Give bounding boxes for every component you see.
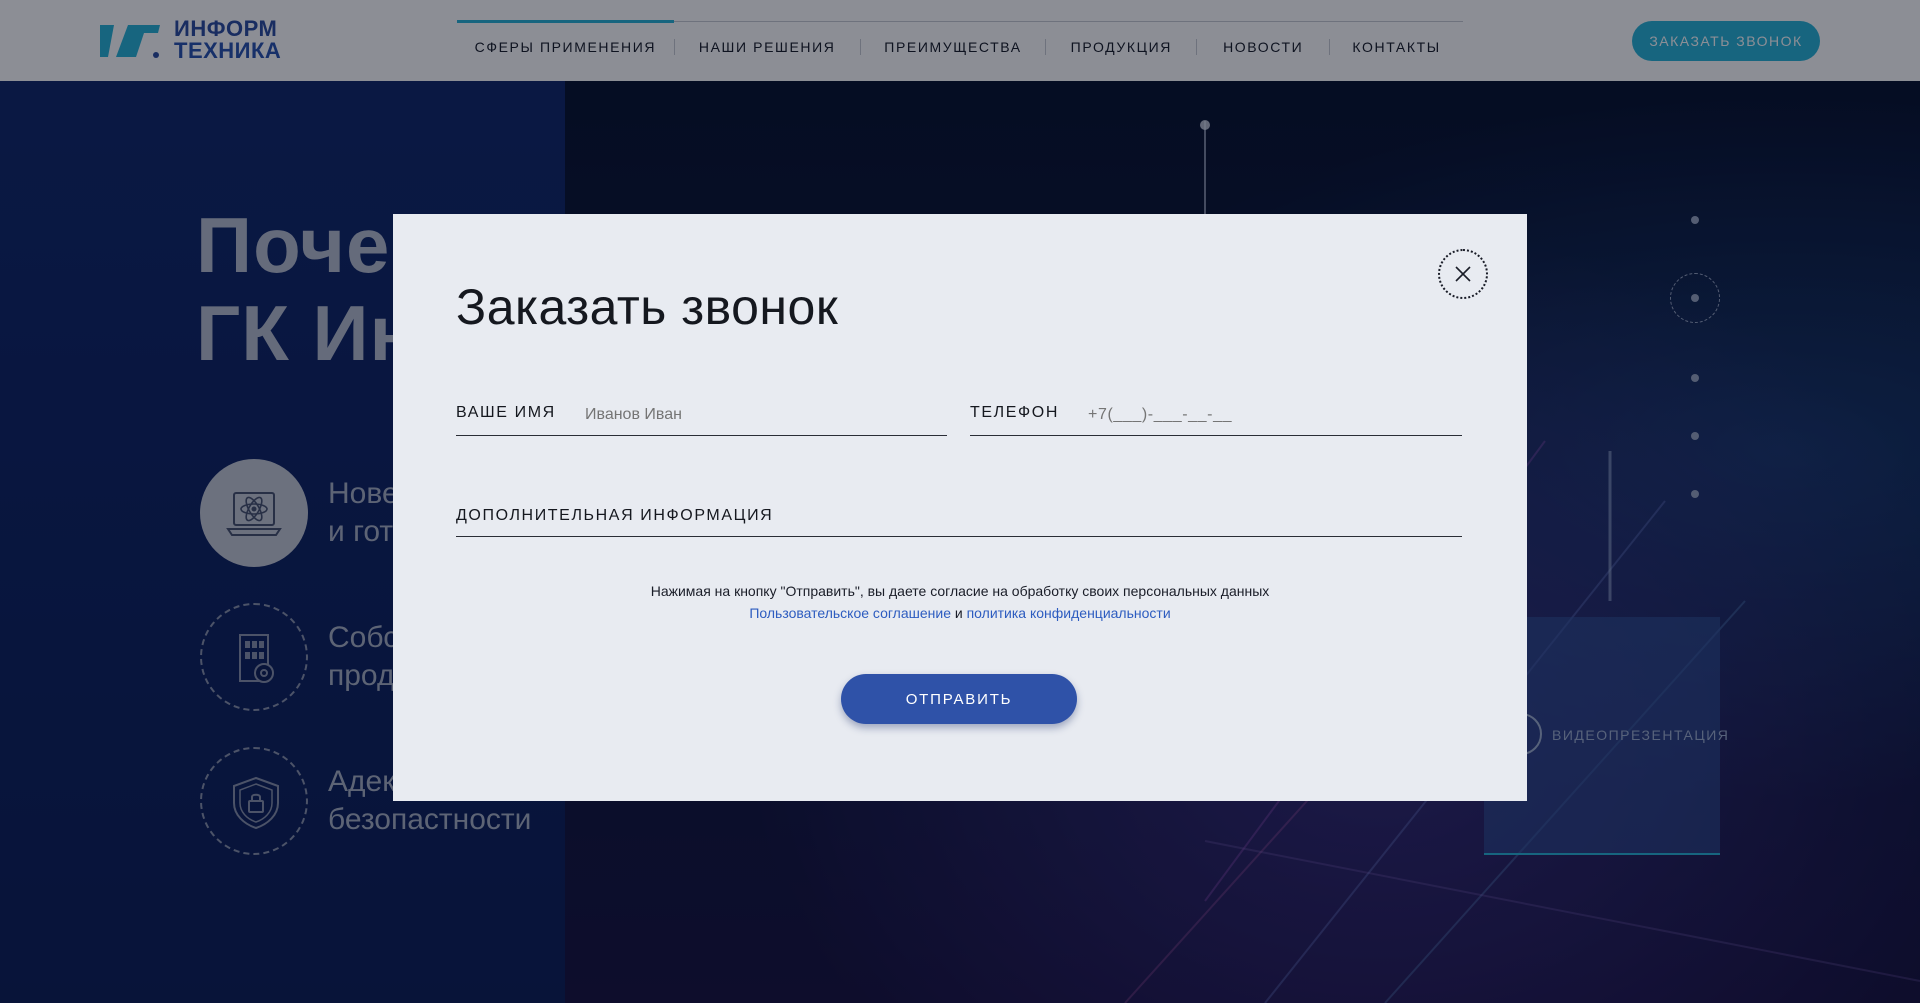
- callback-modal: Заказать звонок ВАШЕ ИМЯ ТЕЛЕФОН ДОПОЛНИ…: [393, 214, 1527, 801]
- close-button[interactable]: [1438, 249, 1488, 299]
- name-field: ВАШЕ ИМЯ: [456, 396, 947, 436]
- name-input[interactable]: [585, 400, 935, 430]
- submit-button[interactable]: ОТПРАВИТЬ: [841, 674, 1077, 724]
- phone-field: ТЕЛЕФОН: [970, 396, 1462, 436]
- additional-info-field: ДОПОЛНИТЕЛЬНАЯ ИНФОРМАЦИЯ: [456, 493, 1462, 537]
- consent-text: Нажимая на кнопку "Отправить", вы даете …: [393, 580, 1527, 624]
- name-label: ВАШЕ ИМЯ: [456, 404, 556, 421]
- close-icon: [1455, 266, 1471, 282]
- consent-links: Пользовательское соглашение и политика к…: [393, 602, 1527, 624]
- user-agreement-link[interactable]: Пользовательское соглашение: [749, 605, 951, 621]
- modal-title: Заказать звонок: [456, 279, 839, 335]
- phone-input[interactable]: [1088, 400, 1448, 430]
- consent-conjunction: и: [954, 605, 963, 621]
- additional-info-label: ДОПОЛНИТЕЛЬНАЯ ИНФОРМАЦИЯ: [456, 507, 774, 524]
- phone-label: ТЕЛЕФОН: [970, 404, 1059, 421]
- privacy-policy-link[interactable]: политика конфиденциальности: [967, 605, 1171, 621]
- additional-info-input[interactable]: [756, 497, 1456, 527]
- consent-line: Нажимая на кнопку "Отправить", вы даете …: [650, 583, 1270, 599]
